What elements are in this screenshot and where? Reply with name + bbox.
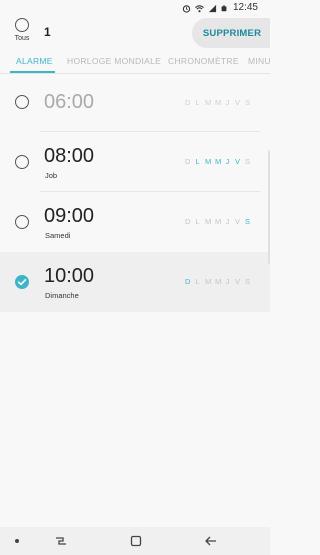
tab-timer[interactable]: MINUT bbox=[248, 56, 270, 66]
alarm-icon bbox=[182, 4, 191, 13]
day-tue: M bbox=[205, 98, 212, 107]
day-tue: M bbox=[205, 217, 212, 226]
select-all-toggle[interactable]: Tous bbox=[8, 18, 36, 52]
day-mon: L bbox=[195, 98, 200, 107]
day-fri: V bbox=[235, 98, 241, 107]
day-sat: S bbox=[245, 157, 251, 166]
alarm-label: Dimanche bbox=[45, 291, 79, 300]
delete-button[interactable]: SUPPRIMER bbox=[192, 18, 270, 48]
status-icons: 12:45 bbox=[182, 2, 258, 14]
tab-alarm[interactable]: ALARME bbox=[16, 56, 53, 66]
day-mon: L bbox=[195, 217, 200, 226]
alarm-time: 09:00 bbox=[44, 205, 95, 227]
alarm-days: D L M M J V S bbox=[185, 277, 250, 286]
day-tue: M bbox=[205, 277, 212, 286]
day-fri: V bbox=[235, 217, 241, 226]
day-mon: L bbox=[195, 277, 200, 286]
alarm-row[interactable]: 08:00 Job D L M M J V S bbox=[0, 132, 270, 192]
day-mon: L bbox=[195, 157, 200, 166]
day-fri: V bbox=[235, 157, 241, 166]
day-sun: D bbox=[185, 217, 191, 226]
back-icon[interactable] bbox=[204, 534, 218, 548]
checkmark-icon bbox=[17, 279, 27, 286]
battery-icon bbox=[221, 5, 227, 11]
alarm-select-checkbox[interactable] bbox=[15, 155, 29, 169]
alarm-time: 06:00 bbox=[44, 91, 95, 113]
day-wed: M bbox=[215, 277, 222, 286]
alarm-days: D L M M J V S bbox=[185, 98, 250, 107]
tab-bar: ALARME HORLOGE MONDIALE CHRONOMÈTRE MINU… bbox=[0, 52, 270, 72]
select-all-label: Tous bbox=[14, 35, 30, 42]
day-wed: M bbox=[215, 157, 222, 166]
selection-header: Tous 1 SUPPRIMER bbox=[0, 16, 270, 52]
alarm-label: Job bbox=[45, 171, 58, 180]
tab-stopwatch[interactable]: CHRONOMÈTRE bbox=[168, 56, 239, 66]
selected-count: 1 bbox=[44, 25, 51, 39]
day-sat: S bbox=[245, 277, 251, 286]
day-thu: J bbox=[225, 98, 230, 107]
status-time: 12:45 bbox=[232, 2, 258, 13]
alarm-row[interactable]: 09:00 Samedi D L M M J V S bbox=[0, 192, 270, 252]
navigation-bar bbox=[0, 527, 270, 555]
recent-apps-icon[interactable] bbox=[54, 534, 68, 548]
home-icon[interactable] bbox=[129, 534, 143, 548]
day-wed: M bbox=[215, 217, 222, 226]
alarm-time: 10:00 bbox=[44, 265, 95, 287]
edge-panel-handle[interactable] bbox=[268, 150, 270, 264]
alarm-label: Samedi bbox=[45, 231, 71, 240]
day-fri: V bbox=[235, 277, 241, 286]
day-wed: M bbox=[215, 98, 222, 107]
day-sun: D bbox=[185, 157, 191, 166]
day-thu: J bbox=[225, 157, 230, 166]
select-all-checkbox[interactable] bbox=[15, 18, 29, 32]
alarm-list: 06:00 D L M M J V S 08:00 Job D L M M J bbox=[0, 74, 270, 312]
signal-icon bbox=[208, 4, 217, 12]
alarm-select-checkbox[interactable] bbox=[15, 275, 29, 289]
day-thu: J bbox=[225, 277, 230, 286]
status-bar: 12:45 bbox=[0, 0, 270, 16]
day-thu: J bbox=[225, 217, 230, 226]
wifi-icon bbox=[195, 4, 204, 12]
alarm-row-selected[interactable]: 10:00 Dimanche D L M M J V S bbox=[0, 252, 270, 312]
alarm-screen: 12:45 Tous 1 SUPPRIMER ALARME HORLOGE MO… bbox=[0, 0, 270, 555]
day-sat: S bbox=[245, 98, 251, 107]
day-sun: D bbox=[185, 277, 191, 286]
alarm-select-checkbox[interactable] bbox=[15, 215, 29, 229]
alarm-row[interactable]: 06:00 D L M M J V S bbox=[0, 74, 270, 132]
alarm-time: 08:00 bbox=[44, 145, 95, 167]
day-tue: M bbox=[205, 157, 212, 166]
alarm-days: D L M M J V S bbox=[185, 157, 250, 166]
alarm-select-checkbox[interactable] bbox=[15, 95, 29, 109]
day-sun: D bbox=[185, 98, 191, 107]
alarm-days: D L M M J V S bbox=[185, 217, 250, 226]
dot-icon[interactable] bbox=[10, 534, 24, 548]
day-sat: S bbox=[245, 217, 251, 226]
tab-world-clock[interactable]: HORLOGE MONDIALE bbox=[67, 56, 161, 66]
